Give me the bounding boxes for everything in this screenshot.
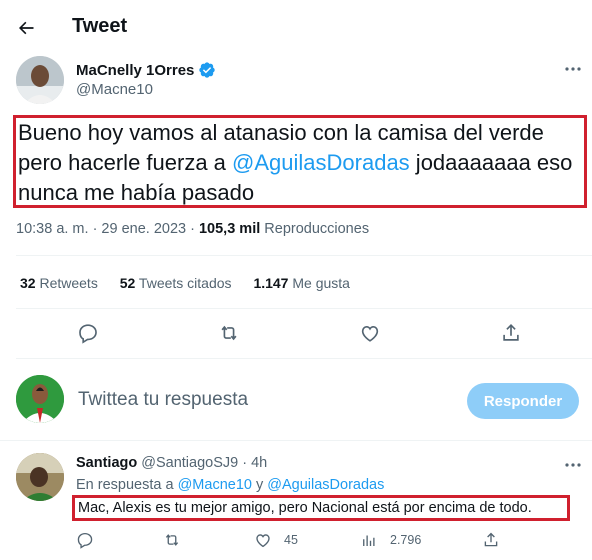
reply-retweet-button[interactable] <box>163 530 181 550</box>
reply-views-button[interactable]: 2.796 <box>360 530 421 550</box>
likes-stat[interactable]: 1.147 Me gusta <box>253 275 350 291</box>
reply-icon <box>77 532 93 549</box>
likes-count: 1.147 <box>253 275 289 291</box>
retweet-icon <box>165 534 179 546</box>
current-user-avatar[interactable] <box>16 375 64 423</box>
heart-icon <box>361 326 379 342</box>
quotes-count: 52 <box>119 275 136 291</box>
reply-action-button[interactable] <box>76 321 100 345</box>
replying-prefix: En respuesta a <box>76 477 178 493</box>
reply-reply-button[interactable] <box>76 530 94 550</box>
reply-header: Santiago @SantiagoSJ9 · 4h <box>76 455 267 471</box>
views-count: 105,3 mil <box>198 221 261 237</box>
tweet-actions <box>0 318 592 348</box>
tweet-meta: 10:38 a. m. · 29 ene. 2023 · 105,3 mil R… <box>16 221 369 237</box>
tweet-mention-link[interactable]: @AguilasDoradas <box>232 150 410 175</box>
more-dots-icon <box>565 463 581 467</box>
share-icon <box>503 324 519 341</box>
reply-more-button[interactable] <box>562 458 584 472</box>
tweet-timestamp[interactable]: 10:38 a. m. · 29 ene. 2023 · <box>16 221 199 237</box>
bar-chart-icon <box>363 535 375 546</box>
divider <box>16 358 592 359</box>
replying-mention-2[interactable]: @AguilasDoradas <box>267 477 384 493</box>
tweet-stats: 32 Retweets 52 Tweets citados 1.147 Me g… <box>20 275 368 291</box>
like-action-button[interactable] <box>358 321 382 345</box>
more-options-button[interactable] <box>562 62 584 76</box>
divider <box>16 308 592 309</box>
reply-handle-time[interactable]: @SantiagoSJ9 · 4h <box>137 455 267 471</box>
replying-mention-1[interactable]: @Macne10 <box>178 477 252 493</box>
back-button[interactable] <box>10 12 42 44</box>
author-name[interactable]: MaCnelly 1Orres <box>76 61 216 79</box>
tweet-text: Bueno hoy vamos al atanasio con la camis… <box>18 118 588 208</box>
replying-separator: y <box>251 477 268 493</box>
author-name-text[interactable]: MaCnelly 1Orres <box>76 62 194 79</box>
quotes-stat[interactable]: 52 Tweets citados <box>120 275 232 291</box>
page-title: Tweet <box>72 15 128 37</box>
share-icon <box>484 532 498 547</box>
reply-like-count: 45 <box>284 533 298 547</box>
reply-share-button[interactable] <box>482 530 500 550</box>
retweet-action-button[interactable] <box>217 321 241 345</box>
reply-icon <box>79 324 97 344</box>
more-dots-icon <box>565 67 581 71</box>
retweets-label: Retweets <box>35 275 98 291</box>
share-action-button[interactable] <box>499 321 523 345</box>
heart-icon <box>256 534 270 548</box>
author-handle[interactable]: @Macne10 <box>76 81 153 98</box>
reply-actions: 45 2.796 <box>0 530 592 552</box>
reply-views-count: 2.796 <box>390 533 422 547</box>
reply-like-button[interactable]: 45 <box>254 530 298 550</box>
header: Tweet <box>0 0 592 56</box>
reply-submit-button[interactable]: Responder <box>467 383 579 419</box>
reply-text: Mac, Alexis es tu mejor amigo, pero Naci… <box>78 500 532 516</box>
divider <box>16 255 592 256</box>
retweet-icon <box>221 325 237 341</box>
verified-badge-icon <box>199 62 216 78</box>
author-avatar[interactable] <box>16 56 64 104</box>
arrow-left-icon <box>19 21 34 35</box>
retweets-count: 32 <box>20 275 36 291</box>
reply-author-avatar[interactable] <box>16 453 64 501</box>
replying-to: En respuesta a @Macne10 y @AguilasDorada… <box>76 477 384 493</box>
retweets-stat[interactable]: 32 Retweets <box>20 275 98 291</box>
quotes-label: Tweets citados <box>135 275 232 291</box>
divider <box>0 440 592 441</box>
reply-compose-input[interactable]: Twittea tu respuesta <box>78 389 248 411</box>
views-label: Reproducciones <box>260 221 370 237</box>
likes-label: Me gusta <box>288 275 350 291</box>
reply-author-name[interactable]: Santiago <box>76 455 137 471</box>
